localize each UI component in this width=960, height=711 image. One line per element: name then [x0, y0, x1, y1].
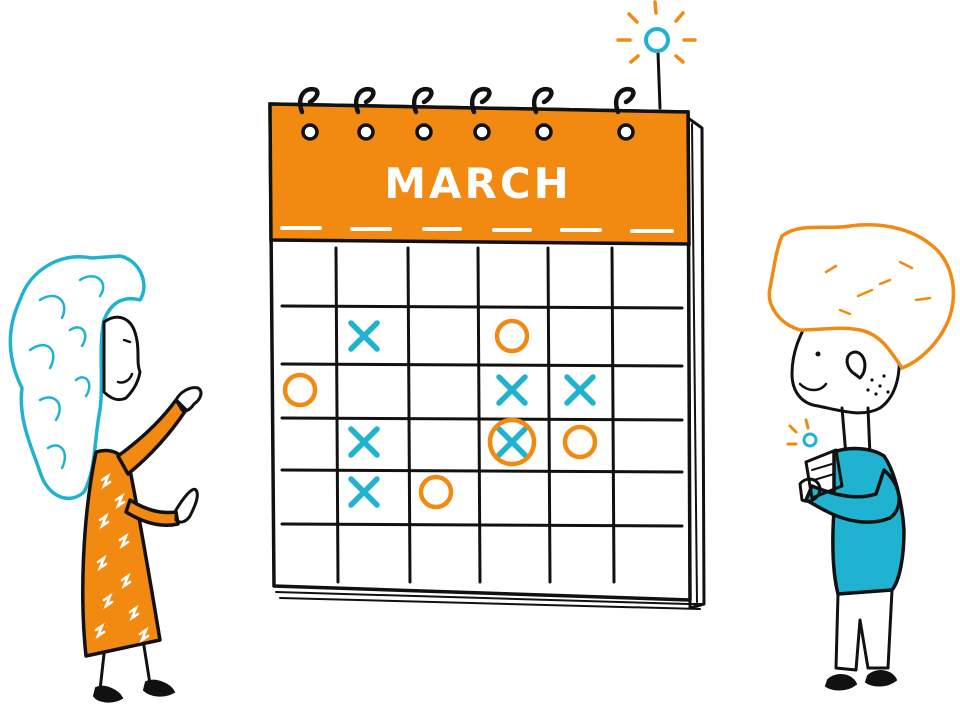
x-mark-icon [348, 476, 380, 508]
grid-line-vertical [406, 246, 412, 584]
grid-line-vertical [334, 246, 340, 584]
grid-line-horizontal [280, 468, 684, 474]
circle-mark-icon [282, 372, 318, 408]
grid-line-horizontal [280, 362, 684, 368]
calendar-grid [280, 246, 684, 584]
x-mark-icon [348, 320, 380, 352]
illustration-scene: MARCH [8, 0, 956, 703]
grid-line-vertical [610, 246, 616, 584]
x-mark-icon [496, 426, 528, 458]
grid-line-horizontal [280, 522, 684, 528]
grid-line-horizontal [280, 416, 684, 422]
woman-dress [81, 448, 162, 658]
woman-character [8, 254, 203, 703]
x-mark-icon [348, 426, 380, 458]
pin-icon [616, 0, 697, 110]
x-mark-icon [496, 374, 528, 406]
man-character [767, 223, 956, 691]
x-mark-icon [564, 374, 596, 406]
circle-mark-icon [494, 318, 530, 354]
circle-mark-icon [418, 474, 454, 510]
calendar-icon: MARCH [268, 86, 706, 610]
circle-mark-icon [562, 424, 598, 460]
grid-line-vertical [476, 246, 482, 584]
month-label: MARCH [384, 159, 572, 208]
grid-line-vertical [546, 246, 552, 584]
grid-line-horizontal [280, 304, 684, 310]
